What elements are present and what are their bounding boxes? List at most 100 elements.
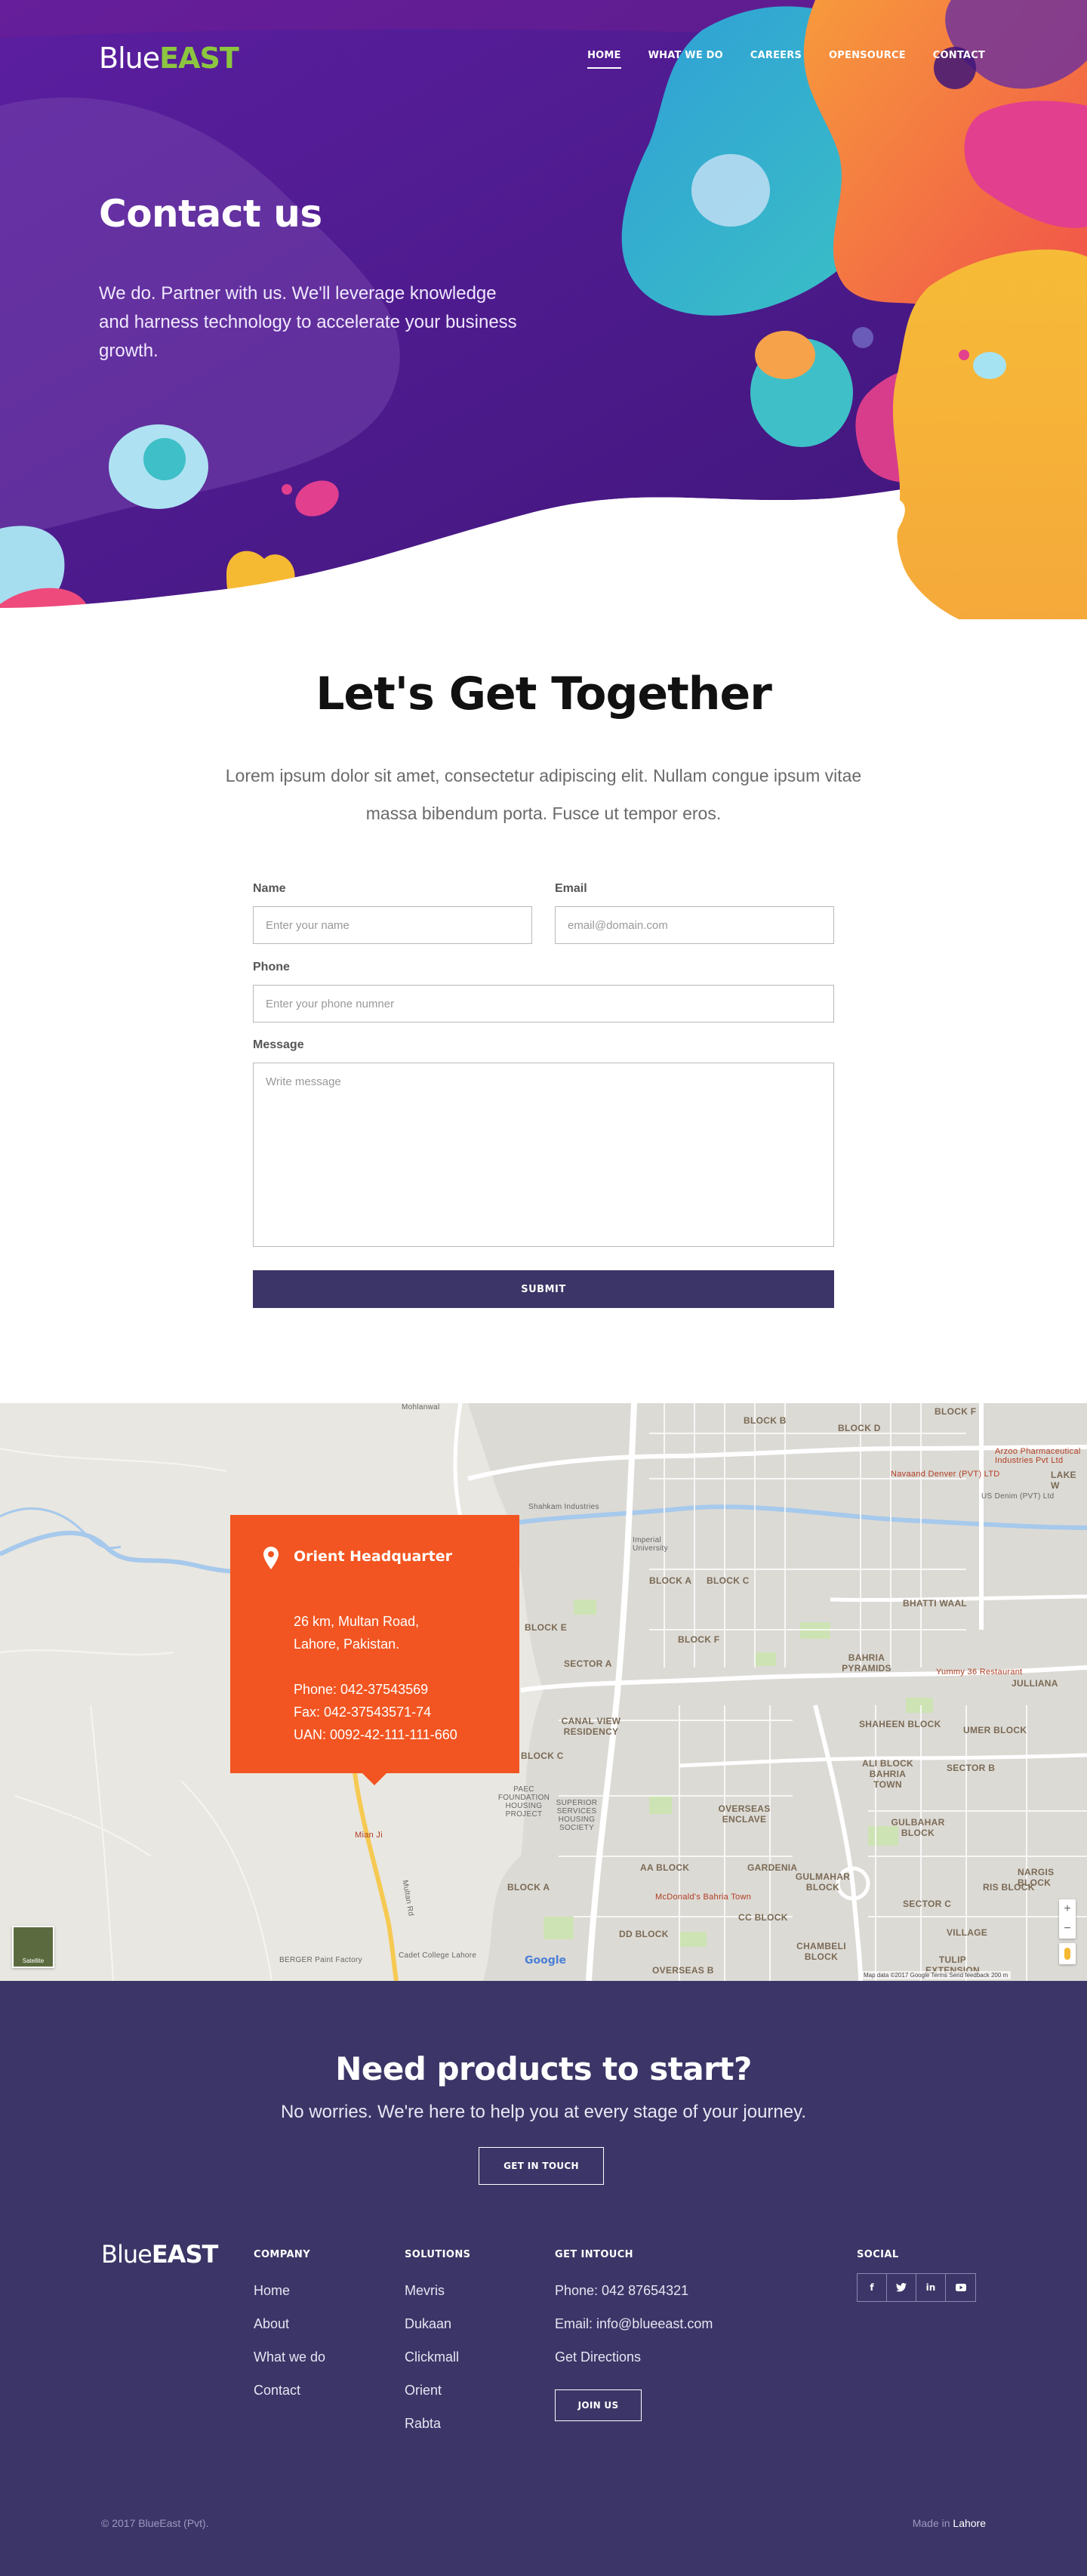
facebook-icon[interactable]: f [858, 2274, 887, 2301]
map-label-gulmahar: GULMAHAR BLOCK [795, 1871, 851, 1893]
nav-contact[interactable]: CONTACT [933, 50, 985, 69]
email-field[interactable]: email@domain.com [555, 906, 834, 944]
footer-link-mevris[interactable]: Mevris [405, 2274, 470, 2307]
footer: Need products to start? No worries. We'r… [0, 1981, 1087, 2576]
map-label-lake-w: LAKE W [1051, 1470, 1076, 1491]
map-label-yummy: Yummy 36 Restaurant [936, 1667, 1023, 1677]
email-label: Email [555, 882, 587, 895]
linkedin-icon[interactable]: in [916, 2274, 946, 2301]
youtube-icon[interactable] [946, 2274, 975, 2301]
map-label-arzoo: Arzoo Pharmaceutical Industries Pvt Ltd [995, 1447, 1081, 1465]
map-label-block-b: BLOCK B [744, 1415, 787, 1426]
location-title: Orient Headquarter [294, 1548, 453, 1565]
message-field[interactable]: Write message [253, 1063, 834, 1247]
street-view-icon[interactable] [1059, 1943, 1076, 1964]
map-label-mcdonalds: McDonald's Bahria Town [655, 1893, 752, 1902]
footer-link-dukaan[interactable]: Dukaan [405, 2307, 470, 2340]
footer-solutions-column: SOLUTIONS Mevris Dukaan Clickmall Orient… [405, 2249, 470, 2440]
map-label-dd-block: DD BLOCK [619, 1929, 669, 1939]
footer-phone[interactable]: Phone: 042 87654321 [555, 2274, 713, 2307]
footer-link-orient[interactable]: Orient [405, 2374, 470, 2407]
get-in-touch-button[interactable]: GET IN TOUCH [479, 2147, 604, 2185]
footer-social-column: SOCIAL [857, 2249, 899, 2274]
footer-solutions-title: SOLUTIONS [405, 2249, 471, 2260]
google-logo: Google [525, 1954, 567, 1967]
map-label-ris-block: RIS BLOCK [983, 1882, 1035, 1893]
map-label-us-denim: US Denim (PVT) Ltd [981, 1492, 1055, 1501]
phone-label: Phone [253, 961, 290, 973]
footer-link-clickmall[interactable]: Clickmall [405, 2340, 470, 2374]
nav-home[interactable]: HOME [587, 50, 621, 69]
name-label: Name [253, 882, 286, 895]
footer-company-column: COMPANY Home About What we do Contact [254, 2249, 325, 2407]
footer-getintouch-title: GET INTOUCH [555, 2249, 633, 2260]
zoom-in-button[interactable]: + [1059, 1899, 1076, 1919]
page-title: Contact us [99, 192, 322, 236]
copyright: © 2017 BlueEast (Pvt). [101, 2517, 209, 2529]
phone-field[interactable]: Enter your phone numner [253, 985, 834, 1023]
zoom-out-button[interactable]: − [1059, 1919, 1076, 1939]
map-label-block-c2: BLOCK C [521, 1751, 564, 1761]
map-label-imperial: Imperial University [633, 1536, 668, 1553]
main-nav: HOME WHAT WE DO CAREERS OPENSOURCE CONTA… [587, 50, 985, 69]
map-label-block-a2: BLOCK A [507, 1882, 550, 1893]
map-label-block-a: BLOCK A [649, 1575, 692, 1586]
contact-form: Name Enter your name Email email@domain.… [253, 876, 834, 1329]
submit-button[interactable]: SUBMIT [253, 1270, 834, 1308]
nav-careers[interactable]: CAREERS [750, 50, 802, 69]
location-pin-icon [263, 1547, 279, 1569]
location-address: 26 km, Multan Road, Lahore, Pakistan. [294, 1610, 490, 1655]
logo-part-blue: Blue [99, 42, 160, 75]
join-us-button[interactable]: JOIN US [555, 2389, 642, 2421]
email-placeholder: email@domain.com [568, 918, 668, 932]
message-label: Message [253, 1038, 304, 1051]
map-label-bahria: BAHRIA PYRAMIDS [842, 1652, 891, 1674]
section-description: Lorem ipsum dolor sit amet, consectetur … [225, 766, 862, 823]
map-background [0, 1403, 1087, 1981]
map-label-cadet: Cadet College Lahore [399, 1951, 477, 1960]
location-contacts: Phone: 042-37543569 Fax: 042-37543571-74… [294, 1678, 505, 1746]
map-label-ali-block: ALI BLOCK BAHRIA TOWN [861, 1758, 914, 1790]
footer-directions-link[interactable]: Get Directions [555, 2340, 713, 2374]
map-section[interactable]: Mohlanwal BLOCK B BLOCK D BLOCK F Arzoo … [0, 1403, 1087, 1981]
footer-link-home[interactable]: Home [254, 2274, 325, 2307]
name-field[interactable]: Enter your name [253, 906, 532, 944]
twitter-icon[interactable] [887, 2274, 916, 2301]
map-label-block-f: BLOCK F [678, 1634, 720, 1645]
map-label-block-e: BLOCK E [525, 1622, 568, 1633]
footer-link-rabta[interactable]: Rabta [405, 2407, 470, 2440]
section-title: Let's Get Together [316, 668, 772, 720]
footer-logo[interactable]: Blue EAST [101, 2240, 218, 2269]
satellite-toggle[interactable]: Satellite [12, 1926, 54, 1968]
map-label-navaand: Navaand Denver (PVT) LTD [891, 1470, 1000, 1479]
map-label-cc-block: CC BLOCK [738, 1912, 788, 1923]
location-uan: UAN: 0092-42-111-111-660 [294, 1727, 457, 1742]
map-label-gardenia: GARDENIA [747, 1862, 798, 1873]
location-phone: Phone: 042-37543569 [294, 1682, 429, 1697]
footer-link-contact[interactable]: Contact [254, 2374, 325, 2407]
map-label-mian-ji: Mian Ji [355, 1831, 383, 1840]
location-fax: Fax: 042-37543571-74 [294, 1704, 432, 1720]
footer-link-what-we-do[interactable]: What we do [254, 2340, 325, 2374]
footer-company-title: COMPANY [254, 2249, 311, 2260]
satellite-label: Satellite [22, 1957, 45, 1964]
location-card: Orient Headquarter 26 km, Multan Road, L… [230, 1515, 519, 1785]
map-label-village: VILLAGE [947, 1927, 988, 1938]
footer-link-about[interactable]: About [254, 2307, 325, 2340]
made-in-place: Lahore [953, 2517, 986, 2529]
map-label-shaheen: SHAHEEN BLOCK [859, 1719, 941, 1729]
hero-section: Blue EAST HOME WHAT WE DO CAREERS OPENSOU… [0, 0, 1087, 619]
footer-logo-part-blue: Blue [101, 2240, 152, 2269]
footer-email[interactable]: Email: info@blueeast.com [555, 2307, 713, 2340]
footer-contact-column: GET INTOUCH Phone: 042 87654321 Email: i… [555, 2249, 713, 2374]
map-label-sector-c: SECTOR C [903, 1899, 952, 1909]
logo[interactable]: Blue EAST [99, 44, 239, 72]
map-label-gulbahar: GULBAHAR BLOCK [891, 1817, 945, 1838]
address-line-1: 26 km, Multan Road, [294, 1614, 420, 1629]
nav-what-we-do[interactable]: WHAT WE DO [648, 50, 723, 69]
map-label-overseas: OVERSEAS ENCLAVE [718, 1803, 771, 1825]
map-label-block-c: BLOCK C [707, 1575, 750, 1586]
nav-opensource[interactable]: OPENSOURCE [829, 50, 906, 69]
made-in-prefix: Made in [912, 2517, 950, 2529]
map-attribution[interactable]: Map data ©2017 Google Terms Send feedbac… [861, 1971, 1012, 1979]
